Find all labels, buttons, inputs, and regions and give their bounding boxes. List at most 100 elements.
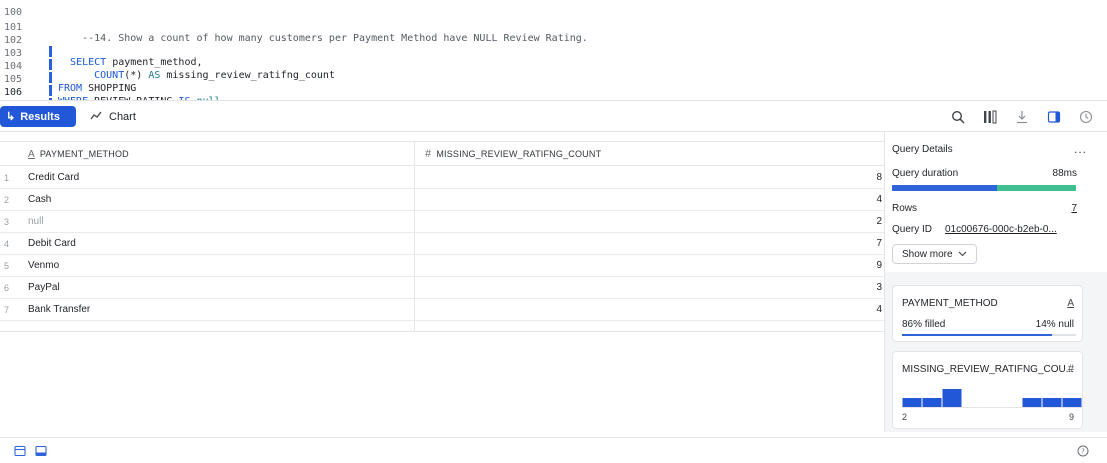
cell-missing-count[interactable]: 9 xyxy=(415,255,884,276)
column-card-title: PAYMENT_METHOD xyxy=(902,298,998,309)
query-details-panel: Query Details ... Query duration 88ms Ro… xyxy=(884,132,1107,432)
history-icon[interactable] xyxy=(1079,110,1093,124)
histogram-bar xyxy=(902,398,922,407)
rows-value[interactable]: 7 xyxy=(1071,203,1077,214)
histogram-bar xyxy=(1062,398,1082,407)
number-type-icon: # xyxy=(425,148,432,160)
row-number: 2 xyxy=(4,194,10,205)
column-header-label: PAYMENT_METHOD xyxy=(39,149,129,159)
duration-value: 88ms xyxy=(1052,168,1077,179)
table-row[interactable]: 4 Debit Card 7 xyxy=(0,233,884,255)
return-arrow-icon: ↳ xyxy=(6,111,16,123)
duration-bar xyxy=(892,185,1076,191)
code-line: 105 WHERE REVIEW_RATING IS null xyxy=(0,63,1107,100)
histogram-bar xyxy=(922,398,942,407)
show-more-label: Show more xyxy=(902,248,953,260)
fill-track xyxy=(902,334,1076,336)
table-row[interactable]: 1 Credit Card 8 xyxy=(0,167,884,189)
cell-payment-method[interactable]: Bank Transfer xyxy=(18,299,415,320)
tab-chart[interactable]: Chart xyxy=(90,106,136,127)
column-header-label: MISSING_REVIEW_RATIFNG_COUNT xyxy=(436,149,602,159)
table-row[interactable]: 2 Cash 4 xyxy=(0,189,884,211)
search-icon[interactable] xyxy=(951,110,965,124)
text-type-icon: A xyxy=(28,148,35,160)
results-layout-icon[interactable] xyxy=(35,445,47,460)
cell-payment-method[interactable]: null xyxy=(18,211,415,232)
number-type-icon: # xyxy=(1067,363,1074,375)
fill-bar xyxy=(902,334,1052,336)
row-number: 3 xyxy=(4,216,10,227)
duration-bar-fill xyxy=(892,185,997,191)
row-number xyxy=(0,321,18,342)
row-number: 4 xyxy=(4,238,10,249)
cell-payment-method[interactable]: Venmo xyxy=(18,255,415,276)
row-number: 5 xyxy=(4,260,10,271)
histogram-baseline xyxy=(902,407,1082,408)
code-line: 101 --14. Show a count of how many custo… xyxy=(0,11,1107,44)
editor-layout-icon[interactable] xyxy=(14,445,26,460)
text-type-icon: A xyxy=(1067,298,1074,309)
row-number: 1 xyxy=(4,172,10,183)
column-card-missing-count[interactable]: MISSING_REVIEW_RATIFNG_COU... # 2 9 xyxy=(892,351,1083,429)
filled-percent: 86% filled xyxy=(902,319,946,330)
code-line: 102 SELECT payment_method, xyxy=(0,24,1107,68)
line-chart-icon xyxy=(90,110,102,124)
code-line: 106 GROUP BY payment_method; xyxy=(0,76,1107,100)
null-percent: 14% null xyxy=(1035,319,1074,330)
histogram-bar xyxy=(942,389,962,407)
cell-payment-method[interactable]: Debit Card xyxy=(18,233,415,254)
histogram-min: 2 xyxy=(902,412,908,422)
table-row[interactable]: 3 null 2 xyxy=(0,211,884,233)
histogram-bar xyxy=(1022,398,1042,407)
layout-toggles xyxy=(14,445,47,460)
table-row-empty xyxy=(0,321,884,332)
panel-title: Query Details xyxy=(892,144,953,155)
line-number: 106 xyxy=(4,87,23,98)
cell-missing-count[interactable]: 7 xyxy=(415,233,884,254)
cell-missing-count[interactable]: 2 xyxy=(415,211,884,232)
table-row[interactable]: 6 PayPal 3 xyxy=(0,277,884,299)
histogram-bar xyxy=(1042,398,1062,407)
row-number-header xyxy=(0,142,18,166)
histogram-max: 9 xyxy=(1068,412,1074,422)
svg-text:?: ? xyxy=(1081,448,1085,456)
cell-payment-method[interactable]: Cash xyxy=(18,189,415,210)
histogram xyxy=(902,389,1082,407)
more-options-icon[interactable]: ... xyxy=(1074,142,1087,156)
chevron-down-icon xyxy=(958,249,967,259)
column-header-missing-count[interactable]: # MISSING_REVIEW_RATIFNG_COUNT xyxy=(415,142,884,166)
results-grid: A PAYMENT_METHOD # MISSING_REVIEW_RATIFN… xyxy=(0,132,884,342)
cell-missing-count[interactable]: 4 xyxy=(415,189,884,210)
cell-empty xyxy=(18,321,415,331)
status-bar: ? xyxy=(0,437,1107,463)
code-line: 104 FROM SHOPPING xyxy=(0,50,1107,94)
show-more-button[interactable]: Show more xyxy=(892,244,977,264)
panel-icon[interactable] xyxy=(1047,110,1061,124)
rows-label: Rows xyxy=(892,203,918,214)
table-row[interactable]: 7 Bank Transfer 4 xyxy=(0,299,884,321)
code-line: 100 xyxy=(0,0,1107,18)
cell-payment-method[interactable]: PayPal xyxy=(18,277,415,298)
cell-missing-count[interactable]: 8 xyxy=(415,167,884,188)
tab-results[interactable]: ↳ Results xyxy=(0,106,76,127)
column-card-title: MISSING_REVIEW_RATIFNG_COU... xyxy=(902,364,1075,375)
tab-chart-label: Chart xyxy=(109,110,136,123)
sql-editor[interactable]: 100 101 --14. Show a count of how many c… xyxy=(0,0,1107,100)
query-id-label: Query ID xyxy=(892,224,933,235)
tab-results-label: Results xyxy=(20,110,60,123)
column-card-payment-method[interactable]: PAYMENT_METHOD A 86% filled 14% null xyxy=(892,285,1083,342)
cell-payment-method[interactable]: Credit Card xyxy=(18,167,415,188)
cell-missing-count[interactable]: 3 xyxy=(415,277,884,298)
download-icon[interactable] xyxy=(1015,110,1029,124)
row-number: 7 xyxy=(4,304,10,315)
query-id-link[interactable]: 01c00676-000c-b2eb-0... xyxy=(945,224,1057,235)
results-toolbar: ↳ Results Chart xyxy=(0,100,1107,132)
columns-icon[interactable] xyxy=(983,110,997,124)
cell-missing-count[interactable]: 4 xyxy=(415,299,884,320)
column-header-payment-method[interactable]: A PAYMENT_METHOD xyxy=(18,142,415,166)
toolbar-actions xyxy=(951,107,1093,127)
help-icon[interactable]: ? xyxy=(1077,445,1089,460)
table-row[interactable]: 5 Venmo 9 xyxy=(0,255,884,277)
code-line: 103 COUNT(*) AS missing_review_ratifng_c… xyxy=(0,37,1107,81)
grid-header: A PAYMENT_METHOD # MISSING_REVIEW_RATIFN… xyxy=(0,141,884,166)
